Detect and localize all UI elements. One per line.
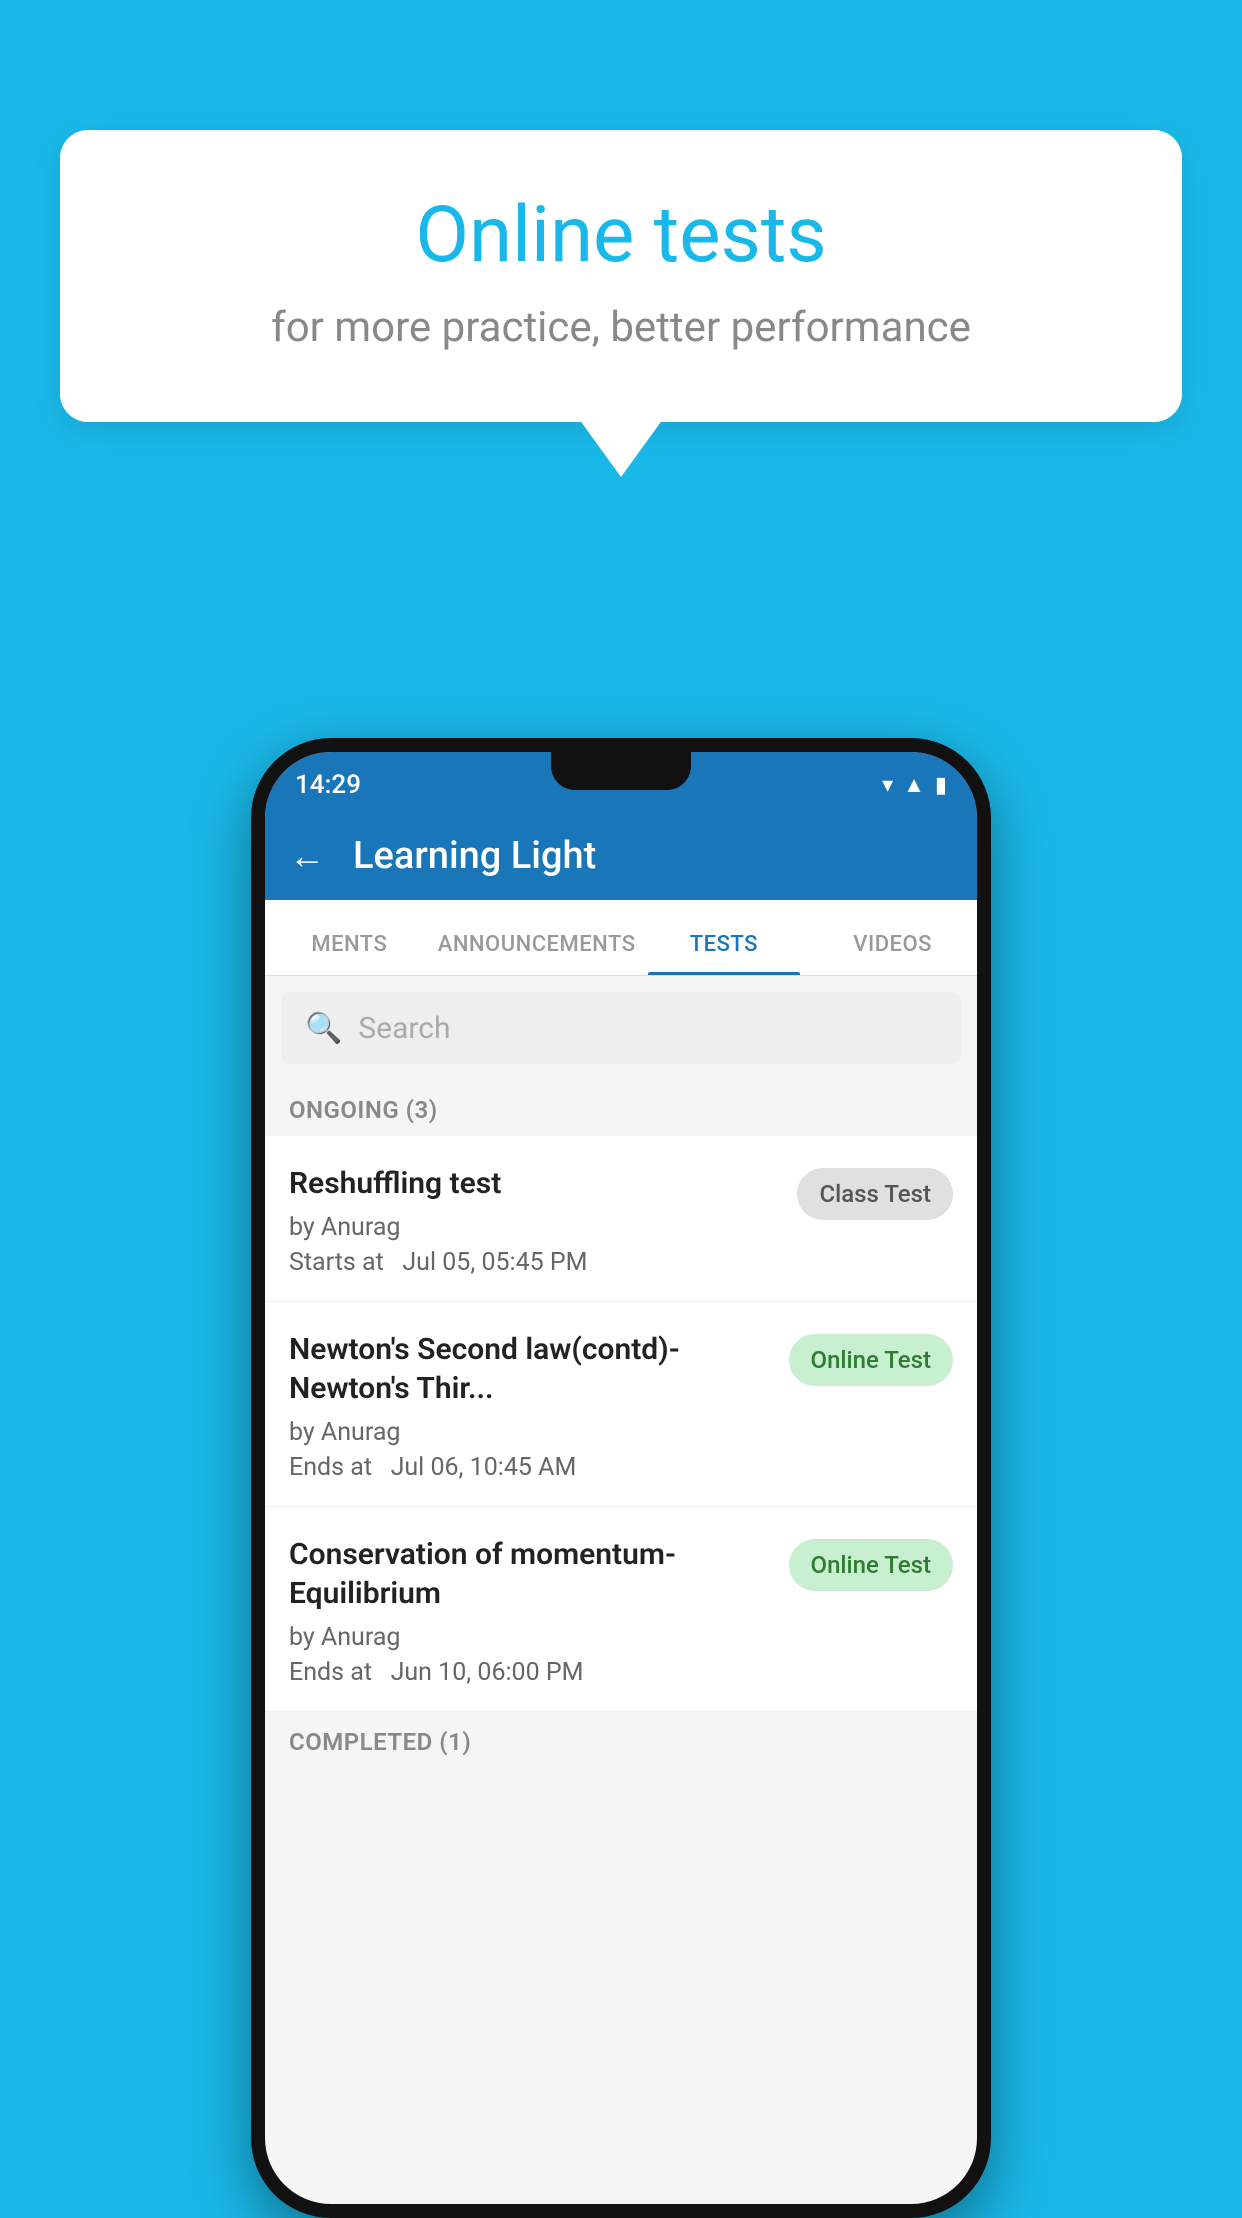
test-info: Conservation of momentum-Equilibrium by …	[289, 1535, 773, 1687]
test-author-1: by Anurag	[289, 1213, 781, 1242]
phone-notch	[551, 752, 691, 790]
status-time: 14:29	[295, 770, 361, 800]
app-title: Learning Light	[353, 834, 596, 878]
phone-frame: 14:29 ▾ ▲ ▮ ← Learning Light MENTS ANNOU…	[251, 738, 991, 2218]
section-ongoing-header: ONGOING (3)	[265, 1080, 977, 1136]
test-item[interactable]: Reshuffling test by Anurag Starts at Jul…	[265, 1136, 977, 1302]
search-icon: 🔍	[305, 1011, 342, 1046]
search-bar[interactable]: 🔍 Search	[281, 992, 961, 1064]
test-badge-1: Class Test	[797, 1168, 953, 1220]
bubble-title: Online tests	[130, 190, 1112, 281]
phone-screen: 14:29 ▾ ▲ ▮ ← Learning Light MENTS ANNOU…	[265, 752, 977, 2204]
test-info: Reshuffling test by Anurag Starts at Jul…	[289, 1164, 781, 1277]
tab-tests[interactable]: TESTS	[640, 932, 809, 975]
back-button[interactable]: ←	[289, 835, 325, 877]
battery-icon: ▮	[935, 773, 947, 798]
test-name-1: Reshuffling test	[289, 1164, 781, 1203]
section-completed-header: COMPLETED (1)	[265, 1712, 977, 1768]
test-time-2: Ends at Jul 06, 10:45 AM	[289, 1453, 773, 1482]
search-placeholder: Search	[358, 1011, 450, 1046]
wifi-icon: ▾	[882, 773, 893, 798]
tab-ments[interactable]: MENTS	[265, 932, 434, 975]
app-bar: ← Learning Light	[265, 812, 977, 900]
test-time-1: Starts at Jul 05, 05:45 PM	[289, 1248, 781, 1277]
bubble-subtitle: for more practice, better performance	[130, 303, 1112, 352]
tab-videos[interactable]: VIDEOS	[808, 932, 977, 975]
tab-announcements[interactable]: ANNOUNCEMENTS	[434, 932, 640, 975]
test-time-3: Ends at Jun 10, 06:00 PM	[289, 1658, 773, 1687]
test-item[interactable]: Newton's Second law(contd)-Newton's Thir…	[265, 1302, 977, 1507]
tabs-bar: MENTS ANNOUNCEMENTS TESTS VIDEOS	[265, 900, 977, 976]
test-item[interactable]: Conservation of momentum-Equilibrium by …	[265, 1507, 977, 1712]
speech-bubble: Online tests for more practice, better p…	[60, 130, 1182, 422]
test-badge-2: Online Test	[789, 1334, 953, 1386]
status-icons: ▾ ▲ ▮	[882, 772, 947, 798]
test-author-3: by Anurag	[289, 1623, 773, 1652]
test-badge-3: Online Test	[789, 1539, 953, 1591]
test-name-2: Newton's Second law(contd)-Newton's Thir…	[289, 1330, 773, 1408]
tests-list: Reshuffling test by Anurag Starts at Jul…	[265, 1136, 977, 1712]
test-author-2: by Anurag	[289, 1418, 773, 1447]
test-info: Newton's Second law(contd)-Newton's Thir…	[289, 1330, 773, 1482]
test-name-3: Conservation of momentum-Equilibrium	[289, 1535, 773, 1613]
speech-bubble-container: Online tests for more practice, better p…	[60, 130, 1182, 422]
signal-icon: ▲	[903, 772, 925, 798]
